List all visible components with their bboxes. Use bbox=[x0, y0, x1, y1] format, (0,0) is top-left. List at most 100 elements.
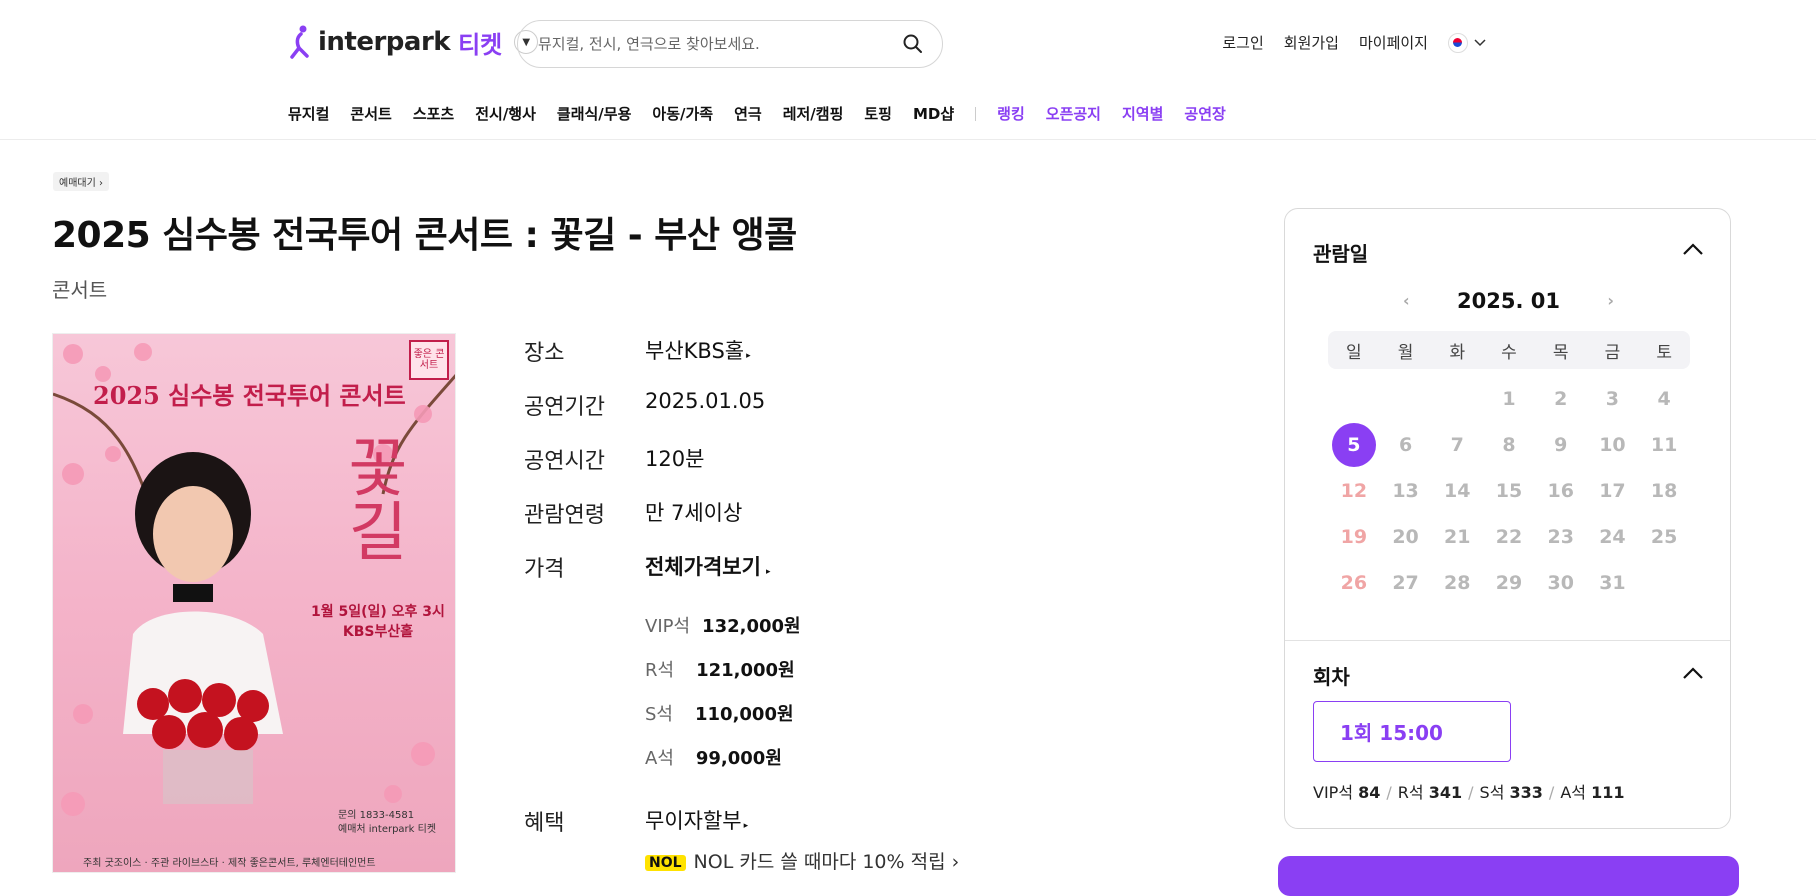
calendar-day: 30 bbox=[1547, 572, 1574, 594]
calendar-day: 13 bbox=[1392, 480, 1419, 502]
search-input[interactable] bbox=[536, 34, 902, 54]
price-row: A석 99,000원 bbox=[645, 748, 782, 769]
nav-classic[interactable]: 클래식/무용 bbox=[557, 103, 631, 124]
calendar-day: 6 bbox=[1398, 434, 1413, 456]
panel-divider bbox=[1285, 640, 1730, 641]
calendar-day: 26 bbox=[1340, 572, 1368, 594]
runtime-value: 120분 bbox=[645, 447, 705, 471]
remaining-seats: VIP석 84/R석 341/S석 333/A석 111 bbox=[1313, 783, 1625, 802]
calendar-day: 27 bbox=[1392, 572, 1419, 594]
language-selector[interactable] bbox=[1448, 32, 1486, 53]
poster-image[interactable]: 좋은 콘서트 2025 심수봉 전국투어 콘서트 꽃길 1월 5일(일) 오후 … bbox=[52, 333, 456, 873]
runtime-label: 공연시간 bbox=[524, 449, 605, 474]
nav-play[interactable]: 연극 bbox=[734, 103, 762, 124]
calendar-day: 7 bbox=[1450, 434, 1464, 456]
poster-schedule: 1월 5일(일) 오후 3시 KBS부산홀 bbox=[311, 604, 445, 640]
session-section-title: 회차 bbox=[1313, 665, 1350, 689]
calendar-day: 11 bbox=[1650, 434, 1678, 456]
search-icon[interactable] bbox=[902, 33, 924, 55]
booking-panel: 관람일 ‹ 2025. 01 › 일 월 화 수 목 금 토 1 2 3 4 5… bbox=[1284, 208, 1731, 829]
interpark-logo[interactable]: interpark 티켓 ▼ bbox=[286, 22, 539, 62]
weekday-header: 일 월 화 수 목 금 토 bbox=[1328, 331, 1690, 369]
signup-link[interactable]: 회원가입 bbox=[1284, 32, 1339, 53]
weekday: 목 bbox=[1552, 342, 1569, 363]
calendar-days: 1 2 3 4 5 6 7 8 9 10 11 12 13 14 15 16 1… bbox=[1328, 376, 1690, 606]
calendar-day: 15 bbox=[1495, 480, 1523, 502]
nav-ranking[interactable]: 랭킹 bbox=[997, 103, 1025, 124]
calendar-day: 23 bbox=[1547, 526, 1574, 548]
nav-region[interactable]: 지역별 bbox=[1122, 103, 1163, 124]
header-divider bbox=[0, 139, 1816, 140]
benefit-link[interactable]: 무이자할부 ▸ bbox=[645, 805, 748, 835]
nol-card-promo[interactable]: NOL NOL 카드 쓸 때마다 10% 적립 › bbox=[645, 847, 959, 874]
page-title: 2025 심수봉 전국투어 콘서트 : 꽃길 - 부산 앵콜 bbox=[52, 215, 797, 256]
calendar-day: 20 bbox=[1392, 526, 1419, 548]
nav-mdshop[interactable]: MD샵 bbox=[913, 103, 954, 124]
price-row: R석 121,000원 bbox=[645, 660, 795, 681]
nav-concert[interactable]: 콘서트 bbox=[350, 103, 391, 124]
nav-venue[interactable]: 공연장 bbox=[1184, 103, 1225, 124]
period-label: 공연기간 bbox=[524, 395, 605, 420]
price-all-link[interactable]: 전체가격보기 ▸ bbox=[645, 551, 771, 581]
weekday: 수 bbox=[1501, 342, 1517, 363]
calendar-day: 21 bbox=[1444, 526, 1471, 548]
age-value: 만 7세이상 bbox=[645, 501, 743, 525]
nav-musical[interactable]: 뮤지컬 bbox=[288, 103, 329, 124]
poster-contact: 문의 1833-4581 예매처 interpark 티켓 bbox=[338, 810, 437, 835]
status-badge[interactable]: 예매대기 › bbox=[53, 172, 109, 191]
calendar-day: 10 bbox=[1599, 434, 1626, 456]
calendar-day: 1 bbox=[1502, 388, 1516, 410]
chevron-up-icon[interactable] bbox=[1682, 242, 1704, 256]
weekday: 금 bbox=[1604, 342, 1621, 363]
nav-exhibition[interactable]: 전시/행사 bbox=[475, 103, 536, 124]
poster-stamp: 좋은 콘서트 bbox=[409, 340, 449, 380]
runner-logo-icon bbox=[290, 25, 309, 59]
nav-leisure[interactable]: 레저/캠핑 bbox=[783, 103, 844, 124]
brand-sub: 티켓 bbox=[458, 30, 503, 59]
genre-label: 콘서트 bbox=[52, 278, 108, 302]
nav-topping[interactable]: 토핑 bbox=[864, 103, 892, 124]
weekday: 토 bbox=[1656, 342, 1672, 363]
nav-divider bbox=[975, 106, 977, 121]
session-button[interactable]: 1회 15:00 bbox=[1313, 701, 1511, 762]
calendar-day: 4 bbox=[1657, 388, 1671, 410]
calendar-day: 14 bbox=[1444, 480, 1471, 502]
calendar-day: 25 bbox=[1650, 526, 1678, 548]
age-label: 관람연령 bbox=[524, 503, 605, 528]
calendar-day: 3 bbox=[1605, 388, 1620, 410]
mypage-link[interactable]: 마이페이지 bbox=[1359, 32, 1428, 53]
venue-link[interactable]: 부산KBS홀 ▸ bbox=[645, 335, 751, 365]
benefit-label: 혜택 bbox=[524, 811, 565, 836]
nol-logo-icon: NOL bbox=[645, 854, 686, 871]
next-month-icon[interactable]: › bbox=[1607, 291, 1614, 310]
calendar-day: 9 bbox=[1554, 434, 1568, 456]
booking-button[interactable] bbox=[1278, 856, 1739, 896]
login-link[interactable]: 로그인 bbox=[1222, 32, 1263, 53]
nav-sports[interactable]: 스포츠 bbox=[413, 103, 454, 124]
calendar-day: 2 bbox=[1554, 388, 1568, 410]
calendar-day: 12 bbox=[1340, 480, 1368, 502]
calendar-day: 24 bbox=[1599, 526, 1626, 548]
main-nav: 뮤지컬 콘서트 스포츠 전시/행사 클래식/무용 아동/가족 연극 레저/캠핑 … bbox=[288, 103, 1226, 124]
chevron-down-icon bbox=[1474, 38, 1486, 46]
calendar-day-selected[interactable]: 5 bbox=[1331, 423, 1376, 467]
brand-name: interpark bbox=[318, 27, 451, 57]
calendar-day: 28 bbox=[1444, 572, 1471, 594]
calendar-day: 17 bbox=[1599, 480, 1626, 502]
rose-bouquet bbox=[137, 679, 269, 804]
weekday: 화 bbox=[1449, 342, 1466, 363]
calendar-day: 18 bbox=[1650, 480, 1678, 502]
chevron-up-icon[interactable] bbox=[1682, 666, 1704, 680]
prev-month-icon[interactable]: ‹ bbox=[1403, 291, 1410, 310]
calendar-day: 31 bbox=[1599, 572, 1626, 594]
price-row: S석 110,000원 bbox=[645, 704, 794, 725]
calendar-day: 29 bbox=[1495, 572, 1523, 594]
nav-kids[interactable]: 아동/가족 bbox=[652, 103, 713, 124]
calendar-day: 22 bbox=[1495, 526, 1523, 548]
price-row: VIP석 132,000원 bbox=[645, 616, 801, 637]
korea-flag-icon bbox=[1448, 32, 1468, 53]
search-box bbox=[517, 20, 943, 68]
poster-big-title: 꽃길 bbox=[335, 434, 409, 562]
nav-open-notice[interactable]: 오픈공지 bbox=[1046, 103, 1101, 124]
weekday: 일 bbox=[1346, 342, 1362, 363]
